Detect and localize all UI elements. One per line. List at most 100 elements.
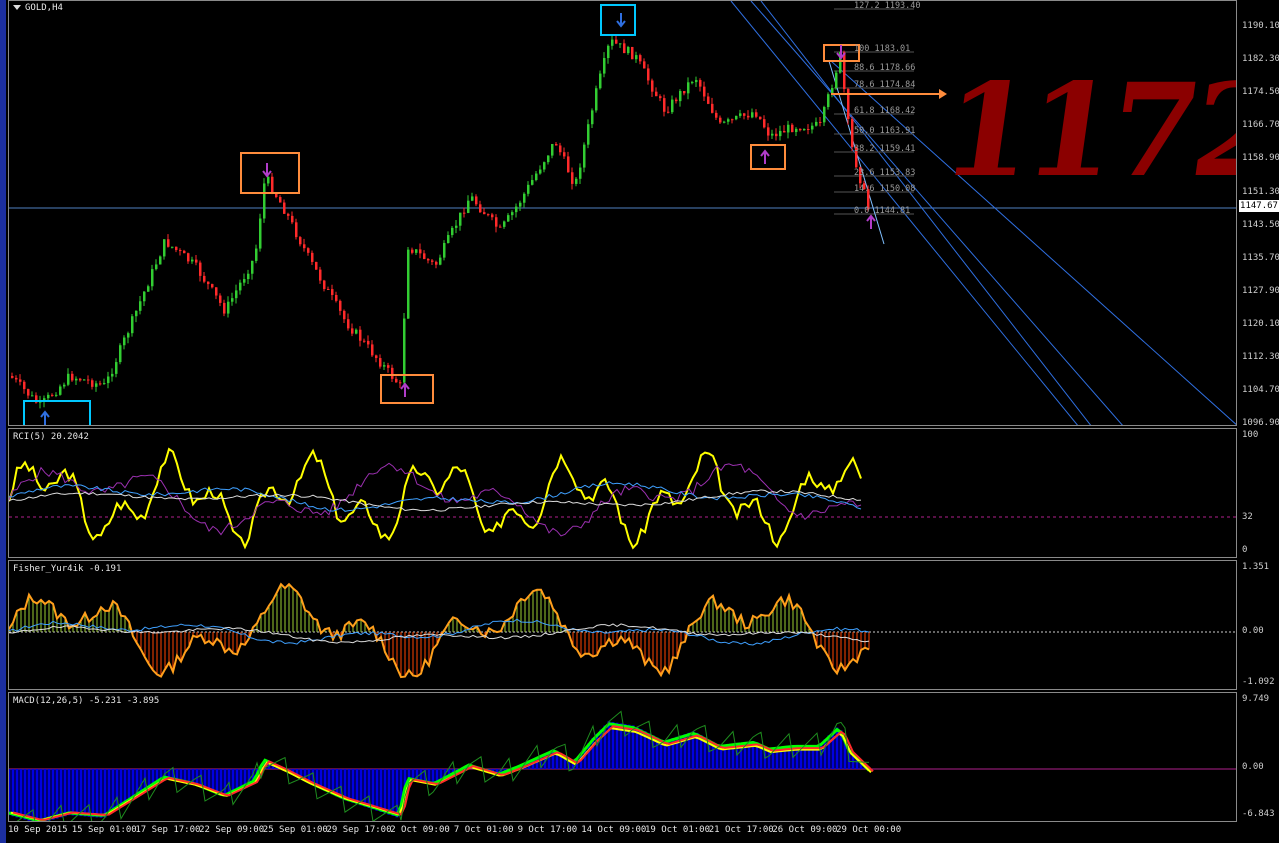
- candle-body: [763, 119, 766, 128]
- candle-body: [255, 248, 258, 261]
- rci-scale-bottom: 0: [1242, 545, 1248, 555]
- candle-body: [599, 73, 602, 89]
- candle-body: [155, 264, 158, 270]
- candle-body: [783, 130, 786, 133]
- candle-body: [239, 282, 242, 291]
- time-axis-label: 25 Sep 01:00: [262, 825, 328, 835]
- candle-body: [711, 103, 714, 113]
- candle-body: [87, 379, 90, 381]
- candle-body: [403, 318, 406, 383]
- candle-body: [359, 329, 362, 341]
- candle-body: [651, 80, 654, 92]
- price-scale-label: 1166.70: [1242, 120, 1279, 131]
- candle-body: [635, 55, 638, 60]
- candle-body: [559, 145, 562, 153]
- candle-body: [287, 213, 290, 216]
- macd-scale-bottom: -6.843: [1242, 809, 1275, 819]
- candle-body: [115, 362, 118, 374]
- time-axis[interactable]: 10 Sep 2015 15 Sep 01:00 17 Sep 17:00 22 Se…: [8, 822, 1237, 843]
- candle-body: [407, 249, 410, 319]
- annotation-1172: 1172: [933, 56, 1237, 206]
- price-scale-label: 1182.30: [1242, 54, 1279, 65]
- candle-body: [207, 281, 210, 285]
- fib-level-label: 61.8 1168.42: [854, 106, 916, 116]
- candle-body: [67, 373, 70, 385]
- candle-body: [391, 367, 394, 379]
- candle-body: [547, 155, 550, 163]
- macd-scale-top: 9.749: [1242, 694, 1270, 704]
- time-axis-label: 22 Sep 09:00: [199, 825, 265, 835]
- time-axis-label: 2 Oct 09:00: [390, 825, 450, 835]
- candle-body: [691, 82, 694, 84]
- candle-body: [439, 257, 442, 265]
- candle-body: [203, 275, 206, 282]
- candle-body: [127, 333, 130, 338]
- rci-scale: 100 32 0: [1239, 428, 1279, 558]
- candle-body: [75, 378, 78, 381]
- target-arrow-head-icon: [939, 89, 947, 99]
- candle-body: [687, 82, 690, 94]
- candle-body: [607, 45, 610, 59]
- candle-body: [815, 121, 818, 126]
- candle-body: [715, 112, 718, 118]
- candle-body: [811, 125, 814, 130]
- candle-body: [307, 248, 310, 253]
- candle-body: [247, 273, 250, 280]
- rci-pane[interactable]: RCI(5) 20.2042: [8, 428, 1237, 558]
- candle-body: [419, 249, 422, 254]
- candle-body: [327, 289, 330, 291]
- fib-level-label: 127.2 1193.40: [854, 1, 921, 11]
- candle-body: [103, 383, 106, 385]
- candle-body: [223, 302, 226, 314]
- candle-body: [823, 107, 826, 123]
- fisher-pane[interactable]: Fisher_Yur4ik -0.191: [8, 560, 1237, 690]
- time-axis-label: 17 Sep 17:00: [135, 825, 201, 835]
- candle-body: [487, 214, 490, 216]
- candle-body: [291, 215, 294, 223]
- candle-body: [191, 259, 194, 262]
- time-axis-label: 19 Oct 01:00: [645, 825, 711, 835]
- price-scale-label: 1104.70: [1242, 385, 1279, 396]
- candle-body: [507, 215, 510, 222]
- candle-body: [587, 124, 590, 145]
- candle-body: [663, 98, 666, 112]
- signal-box: [380, 374, 434, 404]
- fib-level-label: 88.6 1178.66: [854, 63, 916, 73]
- candle-body: [371, 344, 374, 356]
- time-axis-label: 15 Sep 01:00: [71, 825, 137, 835]
- candle-body: [703, 86, 706, 97]
- price-pane[interactable]: GOLD,H4 127.2 1193.40 100 1183.01 88.6 117…: [8, 0, 1237, 426]
- price-scale[interactable]: 1190.10 1182.30 1174.50 1166.70 1158.90 1151.…: [1239, 0, 1279, 428]
- fib-level-label: 100 1183.01: [854, 44, 911, 54]
- candle-body: [123, 337, 126, 346]
- macd-pane[interactable]: MACD(12,26,5) -5.231 -3.895: [8, 692, 1237, 822]
- candle-body: [211, 284, 214, 288]
- candle-body: [79, 378, 82, 381]
- candle-body: [99, 383, 102, 385]
- candle-body: [751, 112, 754, 118]
- candle-body: [755, 112, 758, 117]
- candle-body: [279, 197, 282, 203]
- candle-body: [467, 200, 470, 213]
- macd-scale: 9.749 0.00 -6.843: [1239, 692, 1279, 822]
- candle-body: [415, 249, 418, 253]
- candle-body: [243, 279, 246, 283]
- candle-body: [423, 253, 426, 259]
- candle-body: [539, 169, 542, 174]
- candle-body: [631, 46, 634, 60]
- candle-body: [343, 310, 346, 320]
- candle-body: [471, 196, 474, 201]
- time-axis-label: 14 Oct 09:00: [581, 825, 647, 835]
- candle-body: [15, 377, 18, 380]
- candle-body: [655, 91, 658, 97]
- fib-level-label: 14.6 1150.08: [854, 184, 916, 194]
- candle-body: [767, 127, 770, 136]
- candle-body: [483, 212, 486, 215]
- time-axis-label: 29 Oct 00:00: [836, 825, 902, 835]
- candle-body: [175, 246, 178, 251]
- candle-body: [747, 115, 750, 118]
- candle-body: [643, 61, 646, 69]
- chart-window[interactable]: GOLD,H4 127.2 1193.40 100 1183.01 88.6 117…: [0, 0, 1279, 843]
- candle-body: [771, 133, 774, 136]
- candle-body: [667, 111, 670, 113]
